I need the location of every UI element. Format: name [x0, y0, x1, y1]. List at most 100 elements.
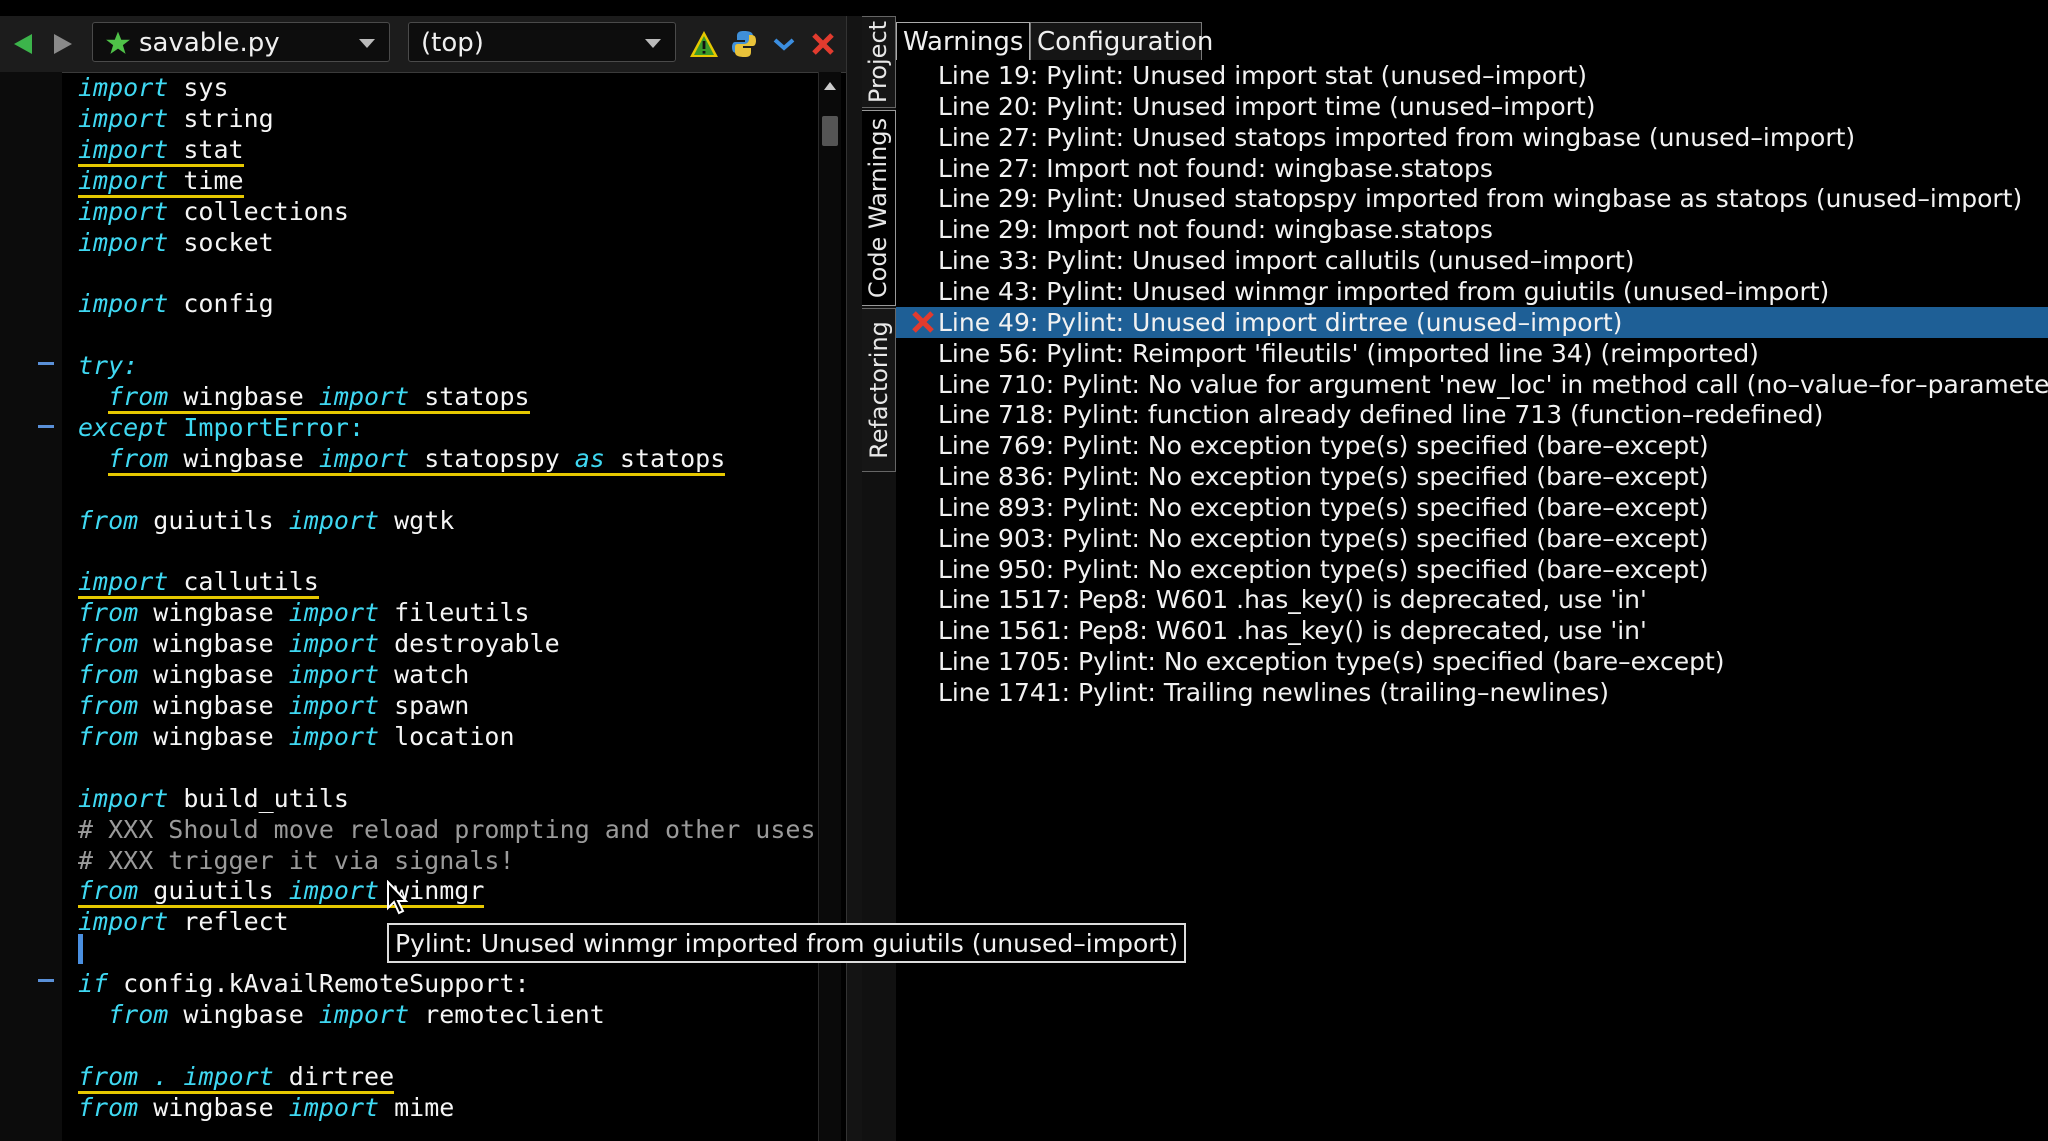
code-line: import time — [78, 165, 244, 198]
code-line: from wingbase import remoteclient — [108, 1000, 605, 1029]
file-combo[interactable]: savable.py — [92, 22, 390, 62]
warnings-panel: Warnings Configuration Line 19: Pylint: … — [896, 16, 2048, 1141]
error-x-icon — [912, 311, 934, 333]
tab-project[interactable]: Project — [862, 16, 896, 108]
scope-combo-label: (top) — [421, 28, 484, 58]
warning-row[interactable]: Line 1741: Pylint: Trailing newlines (tr… — [896, 677, 2048, 708]
editor-gutter[interactable] — [0, 72, 62, 1141]
warning-row[interactable]: Line 836: Pylint: No exception type(s) s… — [896, 461, 2048, 492]
warning-text: Line 1741: Pylint: Trailing newlines (tr… — [938, 678, 1610, 707]
warning-row[interactable]: Line 27: Pylint: Unused statops imported… — [896, 122, 2048, 153]
code-line: from wingbase import mime — [78, 1092, 455, 1122]
code-line: from wingbase import watch — [78, 660, 470, 690]
warning-row[interactable]: Line 1561: Pep8: W601 .has_key() is depr… — [896, 615, 2048, 646]
warning-text: Line 718: Pylint: function already defin… — [938, 400, 1824, 430]
warning-row[interactable]: Line 19: Pylint: Unused import stat (unu… — [896, 60, 2048, 91]
close-icon[interactable] — [810, 30, 836, 58]
code-line: # XXX trigger it via signals! — [78, 845, 515, 876]
back-arrow-icon[interactable] — [12, 30, 34, 58]
tab-configuration-label: Configuration — [1037, 27, 1214, 57]
code-line: import collections — [78, 196, 349, 226]
editor-scrollbar[interactable] — [818, 72, 841, 1141]
warning-row[interactable]: Line 903: Pylint: No exception type(s) s… — [896, 523, 2048, 554]
warning-text: Line 1705: Pylint: No exception type(s) … — [938, 647, 1725, 677]
code-line: from wingbase import location — [78, 721, 515, 751]
warning-row[interactable]: Line 718: Pylint: function already defin… — [896, 399, 2048, 430]
side-tab-strip: Project Code Warnings Refactoring — [862, 16, 897, 1141]
warning-row[interactable]: Line 43: Pylint: Unused winmgr imported … — [896, 276, 2048, 307]
tab-warnings[interactable]: Warnings — [896, 22, 1030, 60]
chevron-down-icon — [645, 39, 661, 48]
warning-text: Line 893: Pylint: No exception type(s) s… — [938, 492, 1709, 522]
tab-project-label: Project — [864, 20, 893, 104]
warning-text: Line 769: Pylint: No exception type(s) s… — [938, 431, 1709, 461]
file-combo-label: savable.py — [139, 28, 280, 58]
code-line: except ImportError: — [78, 412, 364, 442]
code-comment: # XXX Should move reload prompting and o… — [78, 814, 814, 844]
warning-row[interactable]: Line 1705: Pylint: No exception type(s) … — [896, 646, 2048, 677]
tab-code-warnings-label: Code Warnings — [864, 117, 893, 299]
code-line: import build_utils — [78, 783, 349, 813]
code-line: import sys — [78, 73, 229, 102]
code-line: from wingbase import fileutils — [78, 598, 530, 628]
warning-row[interactable]: Line 56: Pylint: Reimport 'fileutils' (i… — [896, 338, 2048, 369]
code-line: import socket — [78, 227, 274, 257]
fold-marker-icon[interactable] — [38, 979, 54, 982]
code-line: from guiutils import wgtk — [78, 505, 455, 535]
code-line: import config — [78, 289, 274, 319]
warning-text: Line 710: Pylint: No value for argument … — [938, 369, 2048, 399]
tab-code-warnings[interactable]: Code Warnings — [862, 110, 896, 306]
tab-configuration[interactable]: Configuration — [1030, 22, 1213, 60]
warning-text: Line 43: Pylint: Unused winmgr imported … — [938, 276, 1830, 306]
text-cursor — [78, 934, 83, 964]
chevron-down-icon — [359, 39, 375, 48]
chevron-down-icon[interactable] — [772, 30, 796, 58]
mouse-cursor-icon — [387, 880, 409, 915]
code-line: if config.kAvailRemoteSupport: — [78, 969, 530, 999]
warning-text: Line 29: Import not found: wingbase.stat… — [938, 215, 1493, 245]
warning-text: Line 49: Pylint: Unused import dirtree (… — [938, 307, 1623, 337]
scroll-up-icon[interactable] — [824, 82, 836, 90]
warning-row[interactable]: Line 29: Import not found: wingbase.stat… — [896, 214, 2048, 245]
code-line: from wingbase import statopspy as statop… — [78, 443, 726, 476]
fold-marker-icon[interactable] — [38, 425, 54, 428]
warning-tooltip: Pylint: Unused winmgr imported from guiu… — [387, 923, 1187, 963]
code-line: # XXX Should move reload prompting and o… — [78, 814, 814, 845]
warning-text: Line 836: Pylint: No exception type(s) s… — [938, 462, 1709, 492]
warning-row[interactable]: Line 769: Pylint: No exception type(s) s… — [896, 430, 2048, 461]
scope-combo[interactable]: (top) — [408, 22, 676, 62]
editor-pane: savable.py (top) import sys import string… — [0, 0, 846, 1141]
warning-text: Line 950: Pylint: No exception type(s) s… — [938, 554, 1709, 584]
warning-row[interactable]: Line 27: Import not found: wingbase.stat… — [896, 153, 2048, 184]
fold-marker-icon[interactable] — [38, 362, 54, 365]
code-line: import string — [78, 103, 274, 133]
warning-row[interactable]: Line 20: Pylint: Unused import time (unu… — [896, 91, 2048, 122]
warning-text: Line 27: Import not found: wingbase.stat… — [938, 153, 1493, 183]
warning-row[interactable]: Line 1517: Pep8: W601 .has_key() is depr… — [896, 584, 2048, 615]
code-line: from guiutils import winmgr — [78, 875, 485, 909]
warning-row[interactable]: Line 893: Pylint: No exception type(s) s… — [896, 492, 2048, 523]
forward-arrow-icon[interactable] — [52, 30, 74, 58]
warning-row[interactable]: Line 33: Pylint: Unused import callutils… — [896, 245, 2048, 276]
code-line: import callutils — [78, 566, 319, 600]
warning-row[interactable]: Line 49: Pylint: Unused import dirtree (… — [896, 306, 2048, 338]
code-line: import reflect — [78, 907, 289, 937]
warning-text: Line 19: Pylint: Unused import stat (unu… — [938, 61, 1587, 90]
warning-text: Line 903: Pylint: No exception type(s) s… — [938, 523, 1709, 553]
code-line: from wingbase import spawn — [78, 691, 470, 720]
code-comment: # XXX trigger it via signals! — [78, 845, 515, 875]
warning-row[interactable]: Line 710: Pylint: No value for argument … — [896, 369, 2048, 400]
warning-text: Line 1561: Pep8: W601 .has_key() is depr… — [938, 616, 1647, 646]
warning-row[interactable]: Line 29: Pylint: Unused statopspy import… — [896, 183, 2048, 214]
scrollbar-thumb[interactable] — [822, 116, 838, 146]
warning-text: Line 33: Pylint: Unused import callutils… — [938, 246, 1635, 276]
python-icon[interactable] — [731, 30, 757, 58]
warning-icon[interactable] — [689, 30, 719, 58]
code-line: import stat — [78, 134, 244, 167]
tab-refactoring[interactable]: Refactoring — [862, 308, 896, 472]
warning-row[interactable]: Line 950: Pylint: No exception type(s) s… — [896, 554, 2048, 585]
code-line: from wingbase import destroyable — [78, 629, 560, 659]
code-editor[interactable]: import sys import string import stat import… — [62, 72, 814, 1141]
code-line: from wingbase import statops — [78, 381, 530, 414]
editor-toolbar: savable.py (top) — [0, 16, 846, 73]
